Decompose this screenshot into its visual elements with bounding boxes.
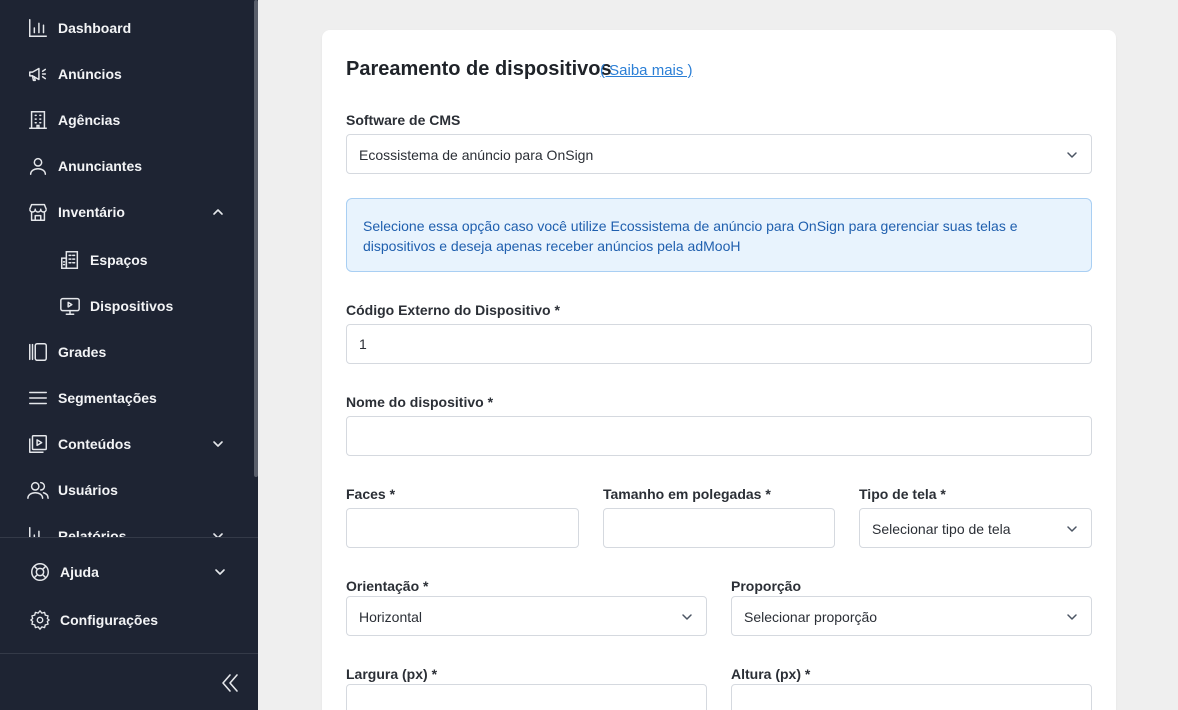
width-label: Largura (px) * — [346, 666, 438, 682]
sidebar-item-grades[interactable]: Grades — [0, 332, 254, 372]
building-icon — [27, 109, 49, 131]
store-icon — [27, 201, 49, 223]
sidebar-item-label: Grades — [58, 344, 107, 360]
sidebar-item-label: Agências — [58, 112, 121, 128]
users-icon — [27, 479, 49, 501]
sidebar-divider — [0, 537, 258, 538]
sidebar-item-ajuda[interactable]: Ajuda — [0, 552, 254, 592]
sidebar-item-relatorios[interactable]: Relatórios — [0, 516, 254, 537]
chart-bar-icon — [27, 17, 49, 39]
device-name-input[interactable] — [346, 416, 1092, 456]
sidebar-item-dashboard[interactable]: Dashboard — [0, 8, 254, 48]
columns-icon — [27, 341, 49, 363]
screen-type-select-value: Selecionar tipo de tela — [872, 521, 1011, 537]
sidebar-item-label: Usuários — [58, 482, 118, 498]
proportion-select-value: Selecionar proporção — [744, 609, 878, 625]
monitor-play-icon — [59, 295, 81, 317]
lifebuoy-icon — [29, 561, 51, 583]
sidebar-item-label: Configurações — [60, 612, 159, 628]
height-label: Altura (px) * — [731, 666, 811, 682]
sidebar-item-label: Segmentações — [58, 390, 157, 406]
cms-select[interactable]: Ecossistema de anúncio para OnSign — [346, 134, 1092, 174]
size-input[interactable] — [603, 508, 835, 548]
sidebar-item-agencias[interactable]: Agências — [0, 100, 254, 140]
sidebar-item-label: Anúncios — [58, 66, 122, 82]
chevron-down-icon — [210, 528, 226, 537]
sidebar-scrollbar[interactable] — [254, 0, 258, 477]
faces-label: Faces * — [346, 486, 396, 502]
sidebar-item-usuarios[interactable]: Usuários — [0, 470, 254, 510]
chevron-down-icon — [1065, 148, 1079, 162]
sidebar-item-inventario[interactable]: Inventário — [0, 192, 254, 232]
chevron-down-icon — [212, 564, 228, 580]
user-icon — [27, 155, 49, 177]
external-code-label: Código Externo do Dispositivo * — [346, 302, 560, 318]
play-square-icon — [27, 433, 49, 455]
info-alert-text: Selecione essa opção caso você utilize E… — [363, 218, 1018, 254]
orientation-select-value: Horizontal — [359, 609, 423, 625]
chevron-down-icon — [1065, 522, 1079, 536]
sidebar-item-label: Dashboard — [58, 20, 132, 36]
learn-more-link[interactable]: ( Saiba mais ) — [600, 62, 693, 79]
screen-type-select[interactable]: Selecionar tipo de tela — [859, 508, 1092, 548]
chevron-down-icon — [210, 436, 226, 452]
proportion-label: Proporção — [731, 578, 802, 594]
sidebar-item-label: Anunciantes — [58, 158, 143, 174]
faces-input[interactable] — [346, 508, 579, 548]
sidebar-item-label: Ajuda — [60, 564, 99, 580]
info-alert: Selecione essa opção caso você utilize E… — [346, 198, 1092, 272]
width-input[interactable] — [346, 684, 707, 710]
external-code-input[interactable] — [346, 324, 1092, 364]
sidebar-item-configuracoes[interactable]: Configurações — [0, 600, 254, 640]
sidebar-item-label: Relatórios — [58, 528, 127, 537]
screen-type-label: Tipo de tela * — [859, 486, 946, 502]
chevrons-left-icon — [222, 674, 238, 692]
sidebar-item-label: Conteúdos — [58, 436, 132, 452]
sidebar-item-label: Espaços — [90, 252, 148, 268]
sidebar-item-anuncios[interactable]: Anúncios — [0, 54, 254, 94]
chevron-down-icon — [1065, 610, 1079, 624]
page-title: Pareamento de dispositivos — [346, 58, 612, 80]
chart-icon — [27, 525, 49, 537]
cms-select-value: Ecossistema de anúncio para OnSign — [359, 147, 594, 163]
chevron-up-icon — [210, 204, 226, 220]
orientation-select[interactable]: Horizontal — [346, 596, 707, 636]
gear-icon — [29, 609, 51, 631]
sidebar-item-segmentacoes[interactable]: Segmentações — [0, 378, 254, 418]
height-input[interactable] — [731, 684, 1092, 710]
proportion-select[interactable]: Selecionar proporção — [731, 596, 1092, 636]
size-label: Tamanho em polegadas * — [603, 486, 771, 502]
sidebar-item-espacos[interactable]: Espaços — [0, 240, 254, 280]
sidebar-item-anunciantes[interactable]: Anunciantes — [0, 146, 254, 186]
megaphone-icon — [27, 63, 49, 85]
device-name-label: Nome do dispositivo * — [346, 394, 494, 410]
cms-label: Software de CMS — [346, 112, 461, 128]
collapse-sidebar-button[interactable] — [220, 672, 240, 694]
sidebar-item-conteudos[interactable]: Conteúdos — [0, 424, 254, 464]
sidebar: Dashboard Anúncios Agências Anunciantes — [0, 0, 258, 710]
building-office-icon — [59, 249, 81, 271]
device-pairing-card: Pareamento de dispositivos ( Saiba mais … — [322, 30, 1116, 710]
menu-lines-icon — [27, 387, 49, 409]
chevron-down-icon — [680, 610, 694, 624]
sidebar-item-label: Inventário — [58, 204, 125, 220]
sidebar-item-label: Dispositivos — [90, 298, 174, 314]
sidebar-item-dispositivos[interactable]: Dispositivos — [0, 286, 254, 326]
orientation-label: Orientação * — [346, 578, 429, 594]
sidebar-divider — [0, 653, 258, 654]
sidebar-nav: Dashboard Anúncios Agências Anunciantes — [0, 0, 258, 537]
